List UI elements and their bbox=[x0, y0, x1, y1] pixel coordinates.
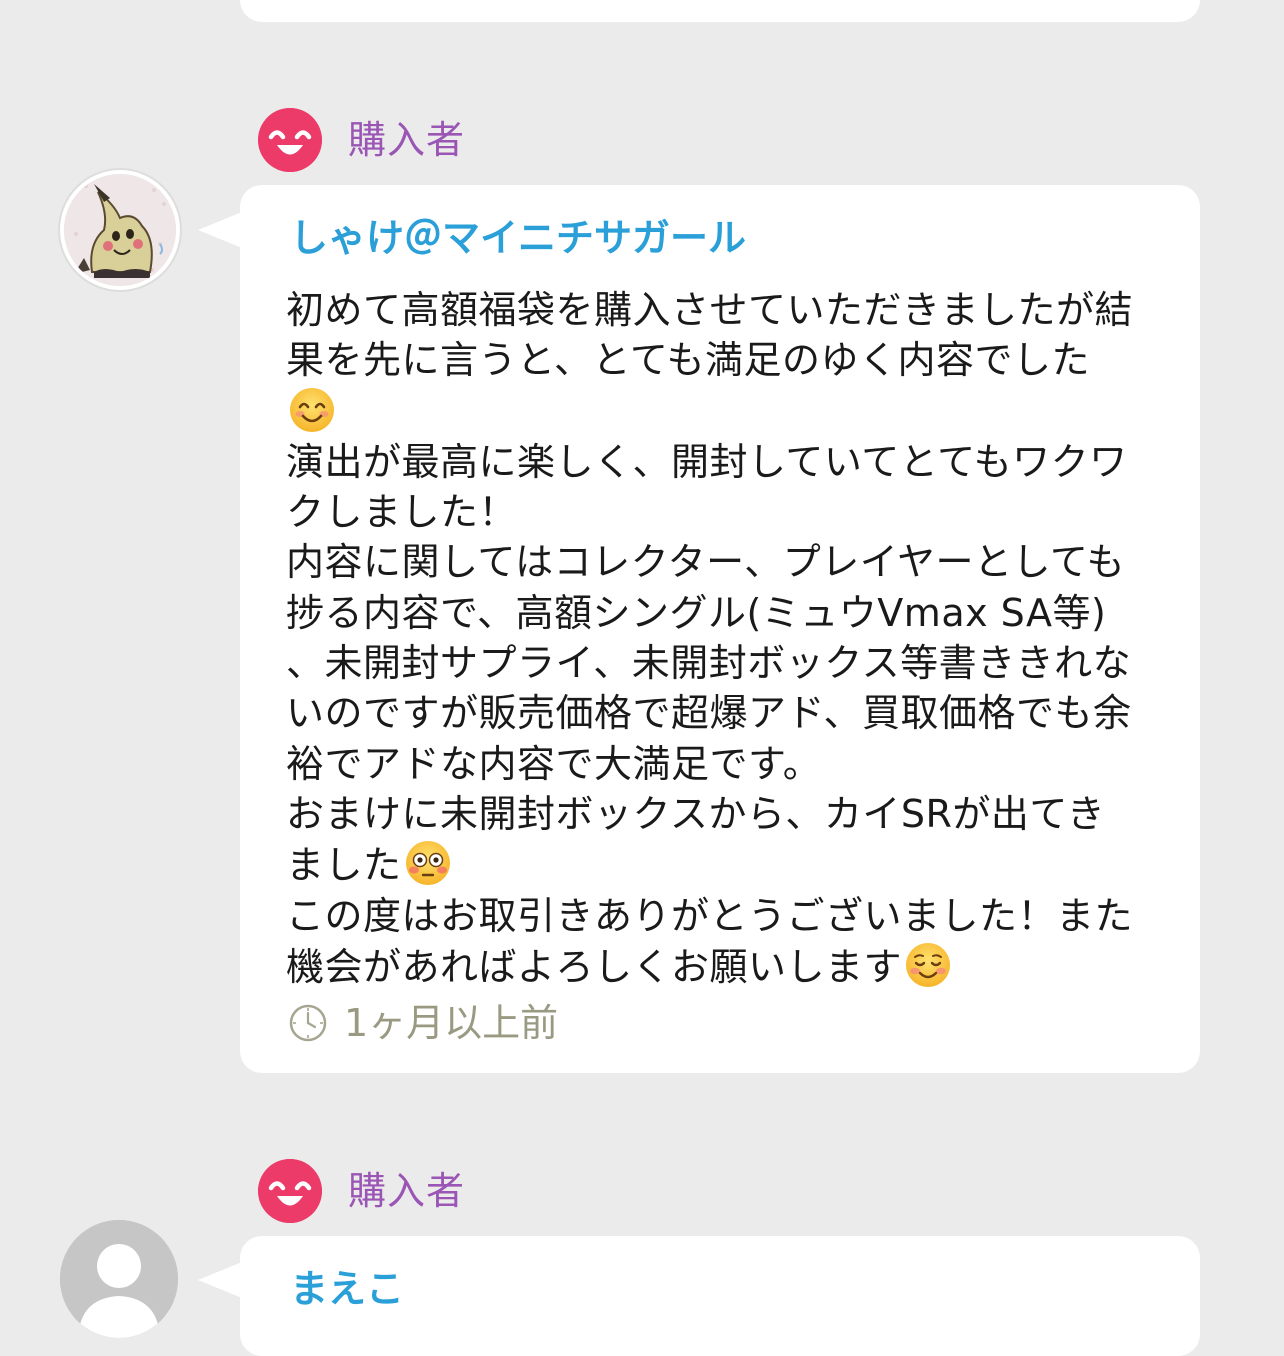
reviewer-avatar[interactable] bbox=[60, 1220, 178, 1338]
timestamp: 1ヶ月以上前 bbox=[344, 1001, 559, 1045]
card-pointer bbox=[198, 1262, 242, 1298]
role-label: 購入者 bbox=[348, 1169, 466, 1213]
previous-review-card bbox=[240, 0, 1200, 22]
reviewer-name[interactable]: まえこ bbox=[290, 1258, 404, 1313]
smiling-face-with-smiling-eyes-icon bbox=[290, 387, 334, 432]
smile-face-icon bbox=[258, 108, 322, 172]
review-text-part-1: 初めて高額福袋を購入させていただきましたが結 果を先に言うと、とても満足のゆく内… bbox=[286, 288, 1134, 383]
review-text-part-3: この度はお取引きありがとうございました！また 機会があればよろしくお願いします bbox=[286, 893, 1134, 989]
clock-icon bbox=[289, 1004, 327, 1042]
card-pointer bbox=[198, 212, 242, 248]
mimikyu-avatar-icon bbox=[64, 174, 176, 286]
review-text-part-2: 演出が最高に楽しく、開封していてとてもワクワ クしました！ 内容に関してはコレク… bbox=[286, 439, 1132, 888]
smile-face-icon bbox=[258, 1159, 322, 1223]
role-row: 購入者 bbox=[258, 1158, 465, 1224]
reviewer-avatar[interactable] bbox=[60, 170, 180, 290]
review-body: 初めて高額福袋を購入させていただきましたが結 果を先に言うと、とても満足のゆく内… bbox=[286, 285, 1166, 992]
default-user-avatar-icon bbox=[60, 1220, 178, 1338]
review-card: まえこ bbox=[240, 1236, 1200, 1356]
role-label: 購入者 bbox=[348, 118, 466, 162]
reviewer-name[interactable]: しゃけ＠マイニチサガール bbox=[290, 207, 746, 262]
flushed-face-icon bbox=[405, 841, 450, 886]
timestamp-row: 1ヶ月以上前 bbox=[288, 1001, 558, 1045]
review-card: しゃけ＠マイニチサガール 初めて高額福袋を購入させていただきましたが結 果を先に… bbox=[240, 185, 1200, 1073]
smiling-face-icon bbox=[906, 942, 951, 987]
role-row: 購入者 bbox=[258, 107, 465, 173]
